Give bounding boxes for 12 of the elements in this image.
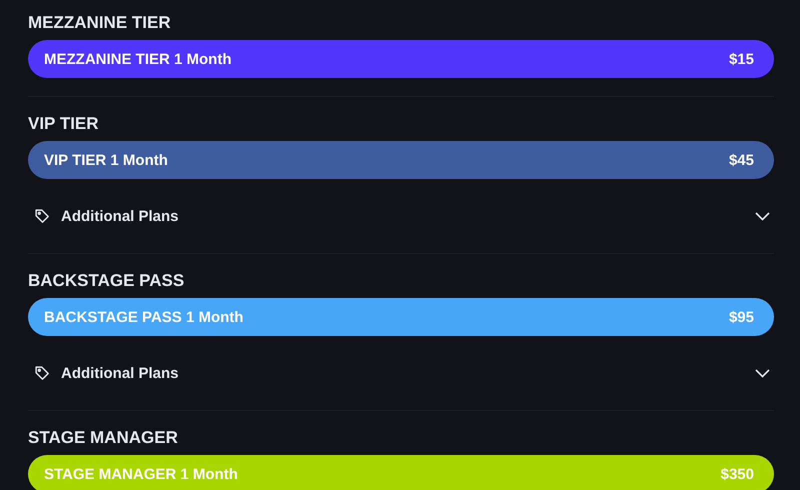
chevron-icon — [755, 368, 770, 378]
tier-title: BACKSTAGE PASS — [28, 270, 186, 292]
tier-title: VIP TIER — [28, 113, 100, 135]
chevron-icon — [755, 212, 770, 220]
tier-title: MEZZANINE TIER — [28, 12, 172, 34]
additional-plans-toggle[interactable]: Additional Plans — [28, 354, 774, 392]
tier-title: STAGE MANAGER — [28, 427, 179, 449]
tag-icon — [34, 364, 51, 382]
tag-icon — [34, 208, 51, 224]
plan-button[interactable]: VIP TIER 1 Month $45 — [28, 141, 774, 179]
plan-button[interactable]: MEZZANINE TIER 1 Month $15 — [28, 40, 774, 78]
additional-plans-toggle[interactable]: Additional Plans — [28, 197, 774, 235]
